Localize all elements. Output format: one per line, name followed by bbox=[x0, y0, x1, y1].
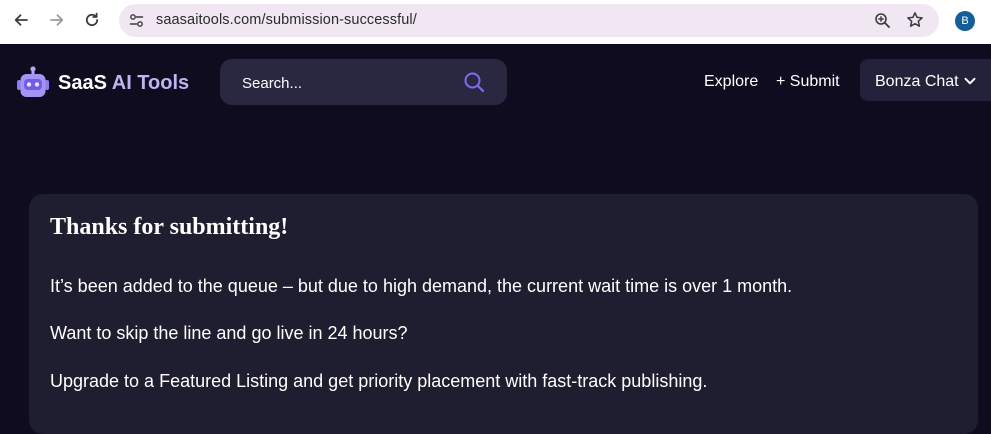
url-text[interactable]: saasaitools.com/submission-successful/ bbox=[156, 12, 417, 28]
nav-explore-link[interactable]: Explore bbox=[704, 73, 758, 91]
forward-arrow-icon[interactable] bbox=[47, 10, 67, 30]
card-title: Thanks for submitting! bbox=[50, 214, 289, 240]
nav-submit-link[interactable]: + Submit bbox=[776, 73, 840, 91]
chevron-down-icon bbox=[963, 74, 977, 88]
bonza-chat-dropdown[interactable]: Bonza Chat bbox=[860, 59, 991, 101]
reload-icon[interactable] bbox=[82, 10, 102, 30]
back-arrow-icon[interactable] bbox=[11, 10, 31, 30]
search-input[interactable] bbox=[242, 72, 462, 94]
logo-text-accent: AI Tools bbox=[106, 71, 190, 94]
queue-status-text: It’s been added to the queue – but due t… bbox=[50, 276, 793, 296]
zoom-icon[interactable] bbox=[874, 12, 891, 29]
logo-text: SaaS AI Tools bbox=[58, 72, 189, 95]
browser-toolbar: saasaitools.com/submission-successful/ B bbox=[0, 0, 991, 44]
chat-dropdown-label: Bonza Chat bbox=[875, 73, 959, 90]
site-settings-icon[interactable] bbox=[128, 12, 145, 29]
search-icon[interactable] bbox=[463, 71, 485, 93]
site-logo[interactable]: SaaS AI Tools bbox=[16, 66, 189, 100]
site-header: SaaS AI Tools Explore + Submit Bonza Cha… bbox=[0, 44, 991, 122]
robot-icon bbox=[16, 66, 50, 100]
upgrade-text: Upgrade to a Featured Listing and get pr… bbox=[50, 371, 708, 391]
search-box[interactable] bbox=[220, 59, 507, 105]
profile-avatar[interactable]: B bbox=[955, 11, 975, 31]
address-bar[interactable]: saasaitools.com/submission-successful/ bbox=[119, 4, 939, 37]
bookmark-star-icon[interactable] bbox=[906, 11, 924, 29]
logo-text-main: SaaS bbox=[58, 71, 107, 94]
submission-confirmation-card: Thanks for submitting! It’s been added t… bbox=[29, 194, 978, 434]
skip-line-question: Want to skip the line and go live in 24 … bbox=[50, 323, 408, 343]
